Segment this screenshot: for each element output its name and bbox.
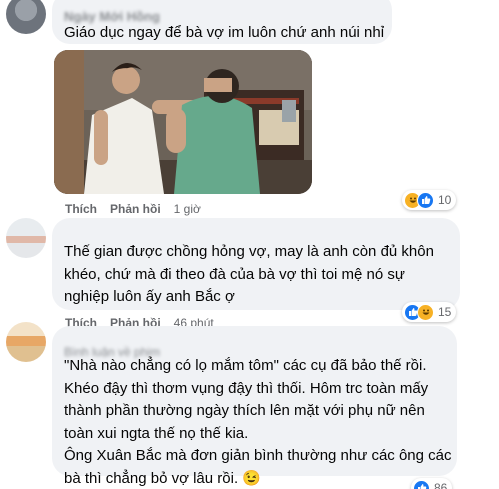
reaction-summary[interactable]: 15 xyxy=(402,302,457,322)
comment-text-line: khéo, chứ mà đi theo đà của bà vợ thì to… xyxy=(64,265,405,283)
comment-text-line: bà thì chẳng bỏ vợ lâu rồi. 😉 xyxy=(64,468,452,489)
comment-text-line: "Nhà nào chẳng có lọ mắm tôm" các cụ đã … xyxy=(64,357,427,374)
comment-photo[interactable] xyxy=(54,50,312,194)
photo-illustration xyxy=(54,50,312,194)
avatar[interactable] xyxy=(6,218,46,258)
comment-text: Giáo dục ngay để bà vợ im luôn chứ anh n… xyxy=(64,22,384,45)
reaction-summary[interactable]: 10 xyxy=(402,190,457,210)
comment-text: Thế gian được chồng hỏng vợ, may là anh … xyxy=(64,241,434,309)
like-icon xyxy=(413,479,430,489)
reaction-count: 10 xyxy=(438,193,452,207)
comment-text-line: Ông Xuân Bắc mà đơn giản bình thường như… xyxy=(64,447,452,464)
avatar[interactable] xyxy=(6,322,46,362)
like-icon xyxy=(417,191,434,209)
reaction-summary[interactable]: 86 xyxy=(411,478,453,489)
wink-emoji: 😉 xyxy=(242,469,261,487)
comment-text: "Nhà nào chẳng có lọ mắm tôm" các cụ đã … xyxy=(64,355,452,489)
comment-text-line: nghiệp luôn ấy anh Bắc ợ xyxy=(64,288,235,305)
reaction-count: 86 xyxy=(434,481,448,489)
comment-text-line: thành phần thường ngày thích lên mặt với… xyxy=(64,402,425,419)
haha-icon xyxy=(417,303,434,321)
comment-text-line: toàn xui ngta thế nọ thế kia. xyxy=(64,424,249,442)
reaction-count: 15 xyxy=(438,305,452,319)
reply-link[interactable]: Phản hồi xyxy=(110,202,161,216)
avatar[interactable] xyxy=(6,0,46,34)
comment-actions: Thích Phản hồi 1 giờ xyxy=(65,202,201,216)
like-link[interactable]: Thích xyxy=(65,202,97,216)
comment-text-line: Khéo đậy thì thơm vụng đậy thì thối. Hôm… xyxy=(64,379,429,397)
comment-text-segment: bà thì chẳng bỏ vợ lâu rồi. xyxy=(64,469,239,487)
comment-text-line: Giáo dục ngay để bà vợ im luôn chứ anh n… xyxy=(64,24,385,41)
comment-text-line: Thế gian được chồng hỏng vợ, may là anh … xyxy=(64,243,434,260)
timestamp[interactable]: 1 giờ xyxy=(174,202,201,216)
